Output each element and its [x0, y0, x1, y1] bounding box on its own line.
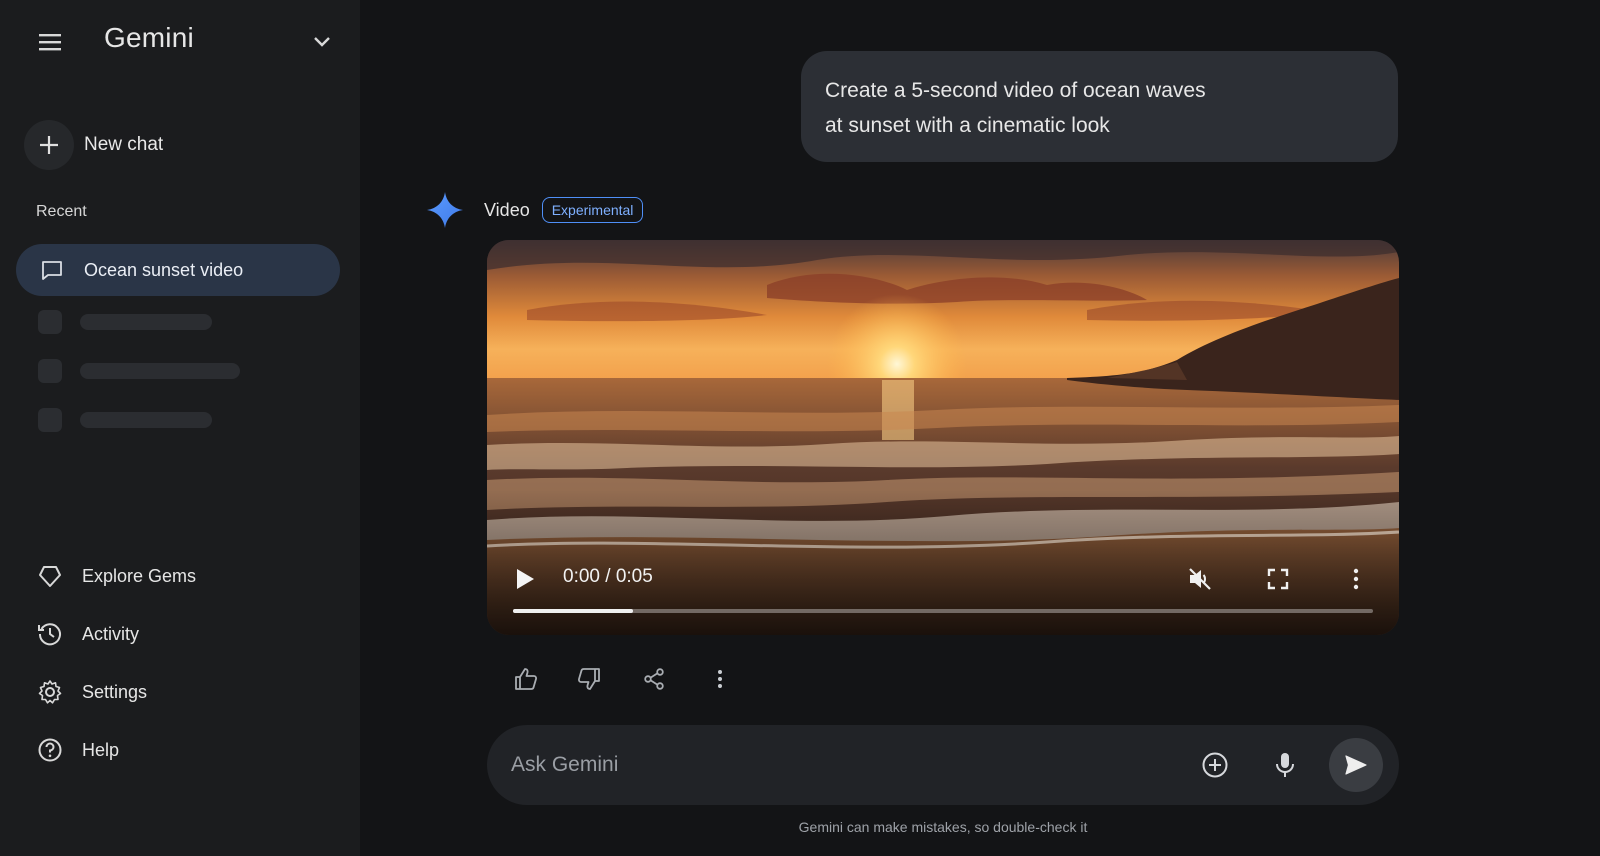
gemini-sparkle-icon [427, 192, 463, 228]
recent-placeholder-row [38, 359, 240, 383]
sidebar-item-help[interactable]: Help [36, 730, 119, 770]
placeholder-bar [80, 314, 212, 330]
recent-placeholder-row [38, 408, 212, 432]
gear-icon [36, 678, 64, 706]
more-vertical-icon [718, 670, 722, 688]
sidebar-item-label: Activity [82, 623, 140, 644]
add-attachment-button[interactable] [1195, 745, 1235, 785]
sidebar-item-label: Settings [82, 681, 148, 702]
more-vertical-icon [1353, 568, 1359, 590]
user-message-bubble: Create a 5-second video of ocean waves a… [801, 51, 1398, 162]
history-icon [36, 620, 64, 648]
recent-item-label: Ocean sunset video [84, 259, 244, 280]
chat-bubble-icon [38, 256, 66, 284]
response-more-button[interactable] [703, 662, 737, 696]
chevron-down-icon [314, 37, 330, 47]
placeholder-bar [80, 412, 212, 428]
video-more-button[interactable] [1340, 563, 1372, 595]
recent-heading: Recent [36, 203, 87, 220]
disclaimer-text: Gemini can make mistakes, so double-chec… [798, 819, 1088, 835]
model-dropdown-button[interactable] [306, 26, 338, 58]
fullscreen-button[interactable] [1262, 563, 1294, 595]
placeholder-bar [80, 363, 240, 379]
thumbs-down-button[interactable] [572, 662, 606, 696]
fullscreen-icon [1267, 568, 1289, 590]
video-progress-fill [513, 609, 634, 613]
brand-title: Gemini [104, 22, 194, 53]
sidebar-item-explore-gems[interactable]: Explore Gems [36, 556, 196, 596]
sidebar-item-activity[interactable]: Activity [36, 614, 139, 654]
play-button[interactable] [510, 563, 540, 595]
hamburger-icon [39, 34, 61, 51]
video-time-display: 0:00 / 0:05 [563, 566, 653, 587]
prompt-composer [487, 725, 1399, 805]
thumbs-down-icon [577, 668, 600, 690]
send-icon [1345, 755, 1367, 775]
video-progress-bar[interactable] [513, 609, 1373, 613]
gem-icon [36, 562, 64, 590]
sidebar-header: Gemini [0, 0, 360, 84]
sidebar-item-label: Explore Gems [82, 565, 197, 586]
recent-item-ocean-sunset-video[interactable]: Ocean sunset video [16, 244, 340, 296]
placeholder-square [38, 359, 62, 383]
new-chat-label: New chat [84, 134, 164, 155]
experimental-badge: Experimental [541, 197, 644, 223]
volume-off-icon [1189, 568, 1211, 590]
user-message-line: at sunset with a cinematic look [825, 114, 1110, 137]
share-button[interactable] [637, 662, 671, 696]
sidebar-item-label: Help [82, 739, 120, 760]
user-message-line: Create a 5-second video of ocean waves [825, 79, 1206, 102]
sidebar-item-settings[interactable]: Settings [36, 672, 147, 712]
new-chat-button[interactable]: New chat [24, 120, 163, 170]
placeholder-square [38, 310, 62, 334]
help-icon [36, 736, 64, 764]
response-title: Video [484, 199, 530, 220]
microphone-button[interactable] [1265, 745, 1305, 785]
sidebar: Gemini New chat Recent Ocean sunset vide… [0, 0, 360, 856]
placeholder-square [38, 408, 62, 432]
menu-button[interactable] [30, 24, 70, 60]
prompt-input[interactable] [511, 743, 1151, 787]
share-icon [644, 668, 664, 690]
recent-placeholder-row [38, 310, 212, 334]
play-icon [517, 569, 534, 589]
plus-icon [24, 120, 74, 170]
mute-button[interactable] [1184, 563, 1216, 595]
send-button[interactable] [1329, 738, 1383, 792]
thumbs-up-icon [515, 668, 538, 690]
microphone-icon [1276, 753, 1294, 777]
response-header: Video Experimental [426, 192, 644, 228]
add-circle-icon [1202, 752, 1228, 778]
thumbs-up-button[interactable] [509, 662, 543, 696]
